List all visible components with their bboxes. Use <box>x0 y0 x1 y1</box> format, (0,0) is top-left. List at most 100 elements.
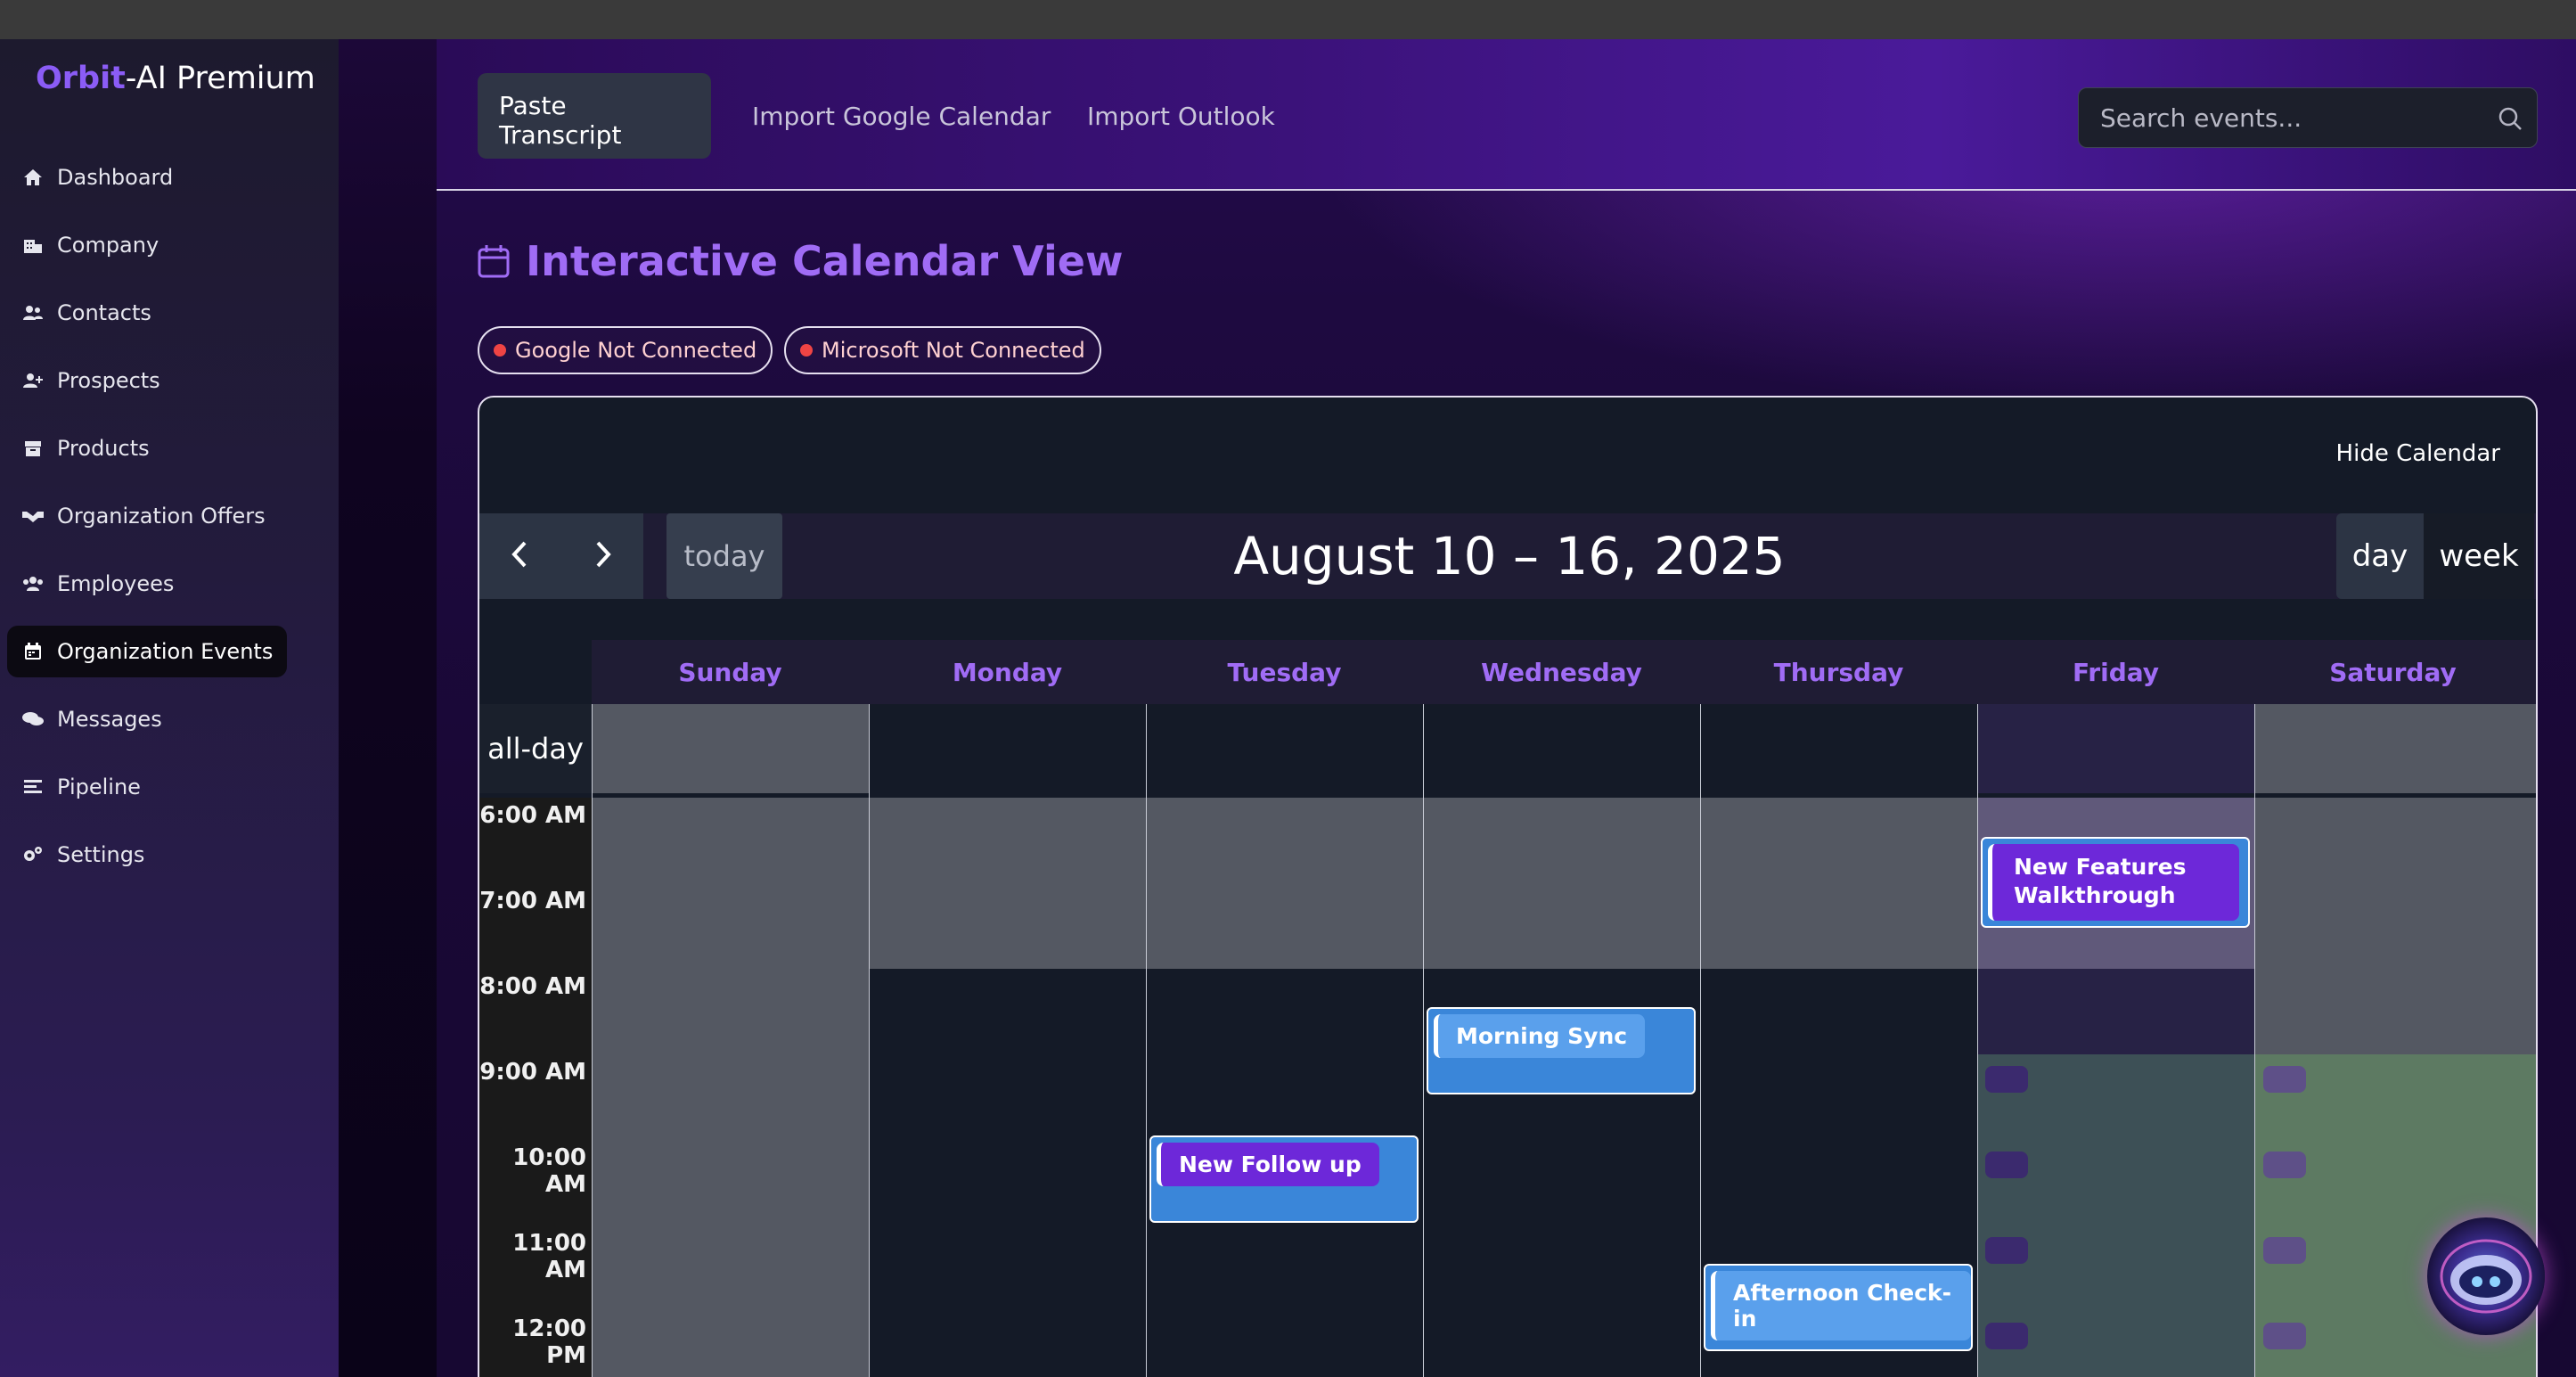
sidebar-item-settings[interactable]: Settings <box>7 829 159 881</box>
time-gutter <box>479 798 592 1377</box>
sidebar-item-label: Messages <box>57 707 162 732</box>
sidebar-item-label: Pipeline <box>57 775 141 799</box>
sidebar-item-company[interactable]: Company <box>7 219 173 271</box>
all-day-cell[interactable] <box>2254 704 2536 793</box>
event-new-features-walkthrough[interactable]: New Features Walkthrough <box>1981 837 2250 928</box>
all-day-cell[interactable] <box>1700 704 1977 793</box>
column-divider <box>1146 704 1147 1377</box>
page-title: Interactive Calendar View <box>478 237 1123 285</box>
column-divider <box>592 704 593 1377</box>
robot-face-icon <box>2440 1239 2532 1314</box>
box-icon <box>21 437 45 460</box>
calendar-grid: Sunday Monday Tuesday Wednesday Thursday… <box>479 640 2536 1377</box>
sidebar-item-label: Employees <box>57 571 175 596</box>
all-day-cell-today[interactable] <box>1977 704 2254 793</box>
time-label: 12:00 PM <box>512 1316 586 1369</box>
sidebar-item-label: Organization Events <box>57 639 274 664</box>
all-day-cell[interactable] <box>592 704 869 793</box>
os-title-bar <box>0 0 2576 39</box>
ai-assistant-button[interactable] <box>2427 1217 2545 1335</box>
calendar-toolbar: today August 10 – 16, 2025 day week <box>479 513 2536 599</box>
event-chip[interactable] <box>2263 1066 2306 1093</box>
calendar-range-title: August 10 – 16, 2025 <box>1233 526 1786 586</box>
import-toolbar: Paste Transcript Import Google Calendar … <box>437 39 2576 191</box>
all-day-cell[interactable] <box>1423 704 1700 793</box>
tab-label: Import Outlook <box>1087 101 1275 131</box>
all-day-cell[interactable] <box>1146 704 1423 793</box>
event-new-follow-up[interactable]: New Follow up <box>1149 1135 1419 1223</box>
sidebar-item-contacts[interactable]: Contacts <box>7 287 166 339</box>
tab-label: Import Google Calendar <box>752 101 1051 131</box>
hide-calendar-button[interactable]: Hide Calendar <box>2336 440 2500 467</box>
tab-import-outlook[interactable]: Import Outlook <box>1066 73 1296 159</box>
event-chip[interactable] <box>2263 1152 2306 1178</box>
event-title: New Follow up <box>1157 1143 1379 1186</box>
week-view-button[interactable]: week <box>2424 513 2534 599</box>
main-content: Paste Transcript Import Google Calendar … <box>437 39 2576 1377</box>
header-gutter <box>479 640 592 704</box>
sidebar-item-pipeline[interactable]: Pipeline <box>7 761 155 813</box>
chat-icon <box>21 708 45 731</box>
column-divider <box>2254 704 2255 1377</box>
user-plus-icon <box>21 369 45 392</box>
all-day-cell[interactable] <box>869 704 1146 793</box>
all-day-label: all-day <box>479 704 592 793</box>
sidebar-item-messages[interactable]: Messages <box>7 693 176 745</box>
sidebar-item-organization-offers[interactable]: Organization Offers <box>7 490 280 542</box>
day-header-wednesday: Wednesday <box>1481 657 1642 687</box>
status-badge-label: Microsoft Not Connected <box>822 338 1085 363</box>
tab-import-google-calendar[interactable]: Import Google Calendar <box>731 73 1072 159</box>
sidebar-item-label: Products <box>57 436 150 461</box>
event-title: New Features Walkthrough <box>1988 844 2239 921</box>
sidebar-item-dashboard[interactable]: Dashboard <box>7 152 187 203</box>
column-divider <box>869 704 870 1377</box>
sidebar-item-employees[interactable]: Employees <box>7 558 188 610</box>
status-dot <box>800 344 813 357</box>
home-icon <box>21 166 45 189</box>
brand-suffix: -AI Premium <box>125 61 315 96</box>
all-day-row: all-day <box>479 704 2536 793</box>
sidebar-edge <box>339 39 437 1377</box>
event-chip[interactable] <box>1985 1066 2028 1093</box>
handshake-icon <box>21 504 45 528</box>
status-badge-microsoft: Microsoft Not Connected <box>784 326 1101 374</box>
sidebar-item-label: Company <box>57 233 159 258</box>
building-icon <box>21 234 45 257</box>
event-chip[interactable] <box>2263 1237 2306 1264</box>
calendar-outline-icon <box>478 244 510 278</box>
event-chip[interactable] <box>1985 1152 2028 1178</box>
event-afternoon-check-in[interactable]: Afternoon Check-in <box>1704 1264 1973 1351</box>
time-label: 9:00 AM <box>479 1059 586 1086</box>
sidebar-item-prospects[interactable]: Prospects <box>7 355 175 406</box>
brand-logo[interactable]: Orbit-AI Premium <box>36 61 315 96</box>
today-slot[interactable] <box>1977 969 2254 1054</box>
day-header-tuesday: Tuesday <box>1227 657 1342 687</box>
tab-paste-transcript[interactable]: Paste Transcript <box>478 73 711 159</box>
users-icon <box>21 301 45 324</box>
page-title-text: Interactive Calendar View <box>526 237 1124 285</box>
event-morning-sync[interactable]: Morning Sync <box>1427 1007 1696 1094</box>
column-divider <box>1700 704 1701 1377</box>
search-icon[interactable] <box>2498 106 2523 135</box>
brand-prefix: Orbit <box>36 61 126 96</box>
sidebar-item-label: Prospects <box>57 368 160 393</box>
calendar-icon <box>21 640 45 663</box>
time-label: 6:00 AM <box>479 802 586 829</box>
sidebar-item-organization-events[interactable]: Organization Events <box>7 626 288 677</box>
event-chip[interactable] <box>1985 1323 2028 1349</box>
column-divider <box>1977 704 1978 1377</box>
gears-icon <box>21 843 45 866</box>
sidebar-item-label: Organization Offers <box>57 504 266 529</box>
status-dot <box>494 344 506 357</box>
unavailable-slot <box>592 798 869 1377</box>
sidebar-item-label: Contacts <box>57 300 151 325</box>
event-chip[interactable] <box>2263 1323 2306 1349</box>
day-view-button[interactable]: day <box>2336 513 2424 599</box>
search-input[interactable] <box>2100 102 2492 133</box>
day-header-friday: Friday <box>2072 657 2160 687</box>
bars-icon <box>21 775 45 799</box>
event-title: Morning Sync <box>1434 1014 1646 1058</box>
day-header-sunday: Sunday <box>678 657 782 687</box>
sidebar-item-products[interactable]: Products <box>7 422 164 474</box>
event-chip[interactable] <box>1985 1237 2028 1264</box>
